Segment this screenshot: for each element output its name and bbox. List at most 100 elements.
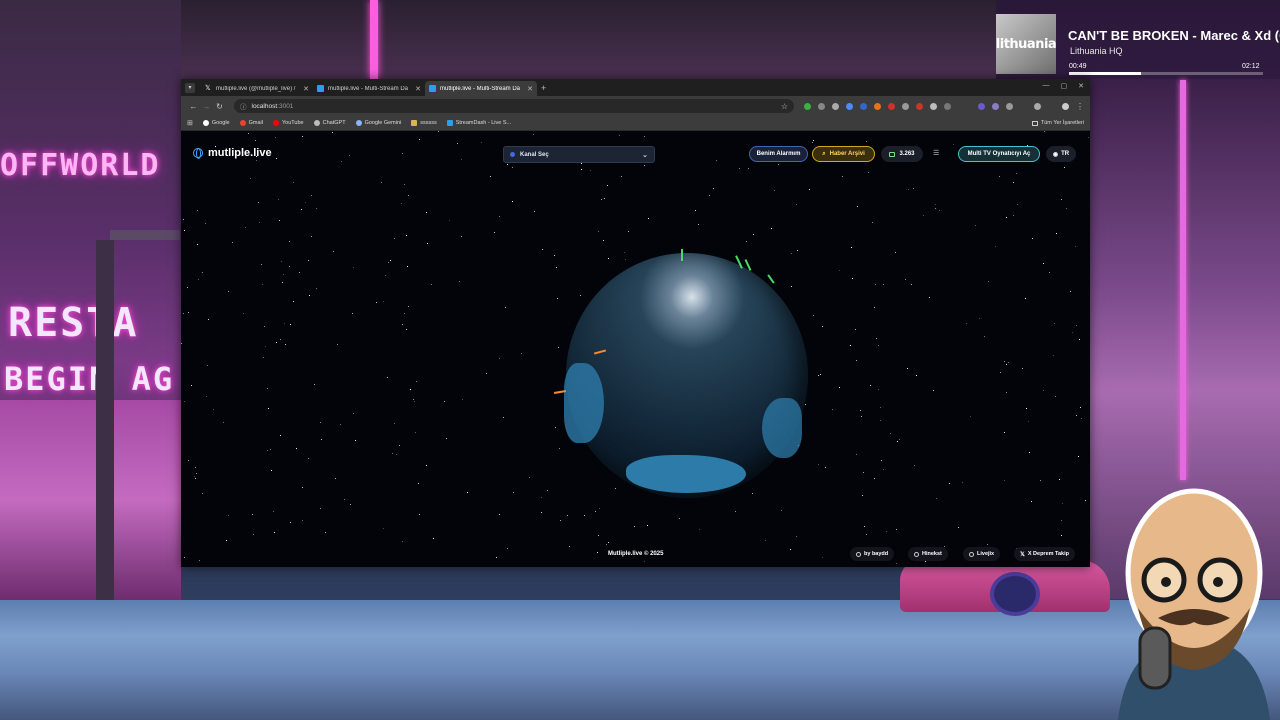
- star: [771, 228, 772, 229]
- tab-2[interactable]: mutliple.live - Multi-Stream Da ✕: [425, 81, 537, 96]
- star: [402, 541, 403, 542]
- bookmark-star-icon[interactable]: ☆: [781, 102, 788, 111]
- star: [213, 409, 214, 410]
- channel-select[interactable]: Kanal Seç ⌄: [503, 146, 655, 163]
- star: [293, 182, 294, 183]
- star: [558, 347, 559, 348]
- extension-ublock-icon[interactable]: [916, 102, 923, 110]
- bookmark-youtube[interactable]: YouTube: [273, 120, 304, 126]
- avatar-eye-right: [1213, 577, 1223, 587]
- maximize-icon[interactable]: ▢: [1061, 82, 1068, 90]
- minimize-icon[interactable]: —: [1043, 82, 1050, 90]
- extensions-puzzle-icon[interactable]: [1006, 102, 1013, 110]
- extension-violet-icon[interactable]: [992, 102, 999, 110]
- folder-icon: [1031, 120, 1038, 126]
- back-icon[interactable]: ←: [187, 102, 200, 111]
- extension-purple-icon[interactable]: [978, 102, 985, 110]
- footer-link-livejix[interactable]: Livejix: [963, 547, 1001, 561]
- tab-label: mutliple.live (@mutliple_live) /: [216, 85, 296, 92]
- sidebar-icon[interactable]: [1034, 102, 1041, 110]
- star: [855, 329, 856, 330]
- star: [621, 176, 622, 177]
- star: [1022, 368, 1023, 369]
- tab-0[interactable]: 𝕏 mutliple.live (@mutliple_live) / ✕: [201, 81, 313, 96]
- star: [505, 307, 506, 308]
- footer-link-label: X Deprem Takip: [1027, 551, 1070, 557]
- gmail-icon: [239, 120, 246, 126]
- extension-red-icon[interactable]: [888, 102, 895, 110]
- extension-box-icon[interactable]: [832, 102, 839, 110]
- extension-green-icon[interactable]: [804, 102, 811, 110]
- star: [875, 284, 876, 285]
- language-button[interactable]: ◉ TR: [1046, 146, 1076, 162]
- page-footer: Mutliple.live © 2025 by baydd Hinekst Li…: [181, 545, 1090, 565]
- star: [299, 272, 300, 273]
- star: [1078, 456, 1079, 457]
- star: [813, 315, 814, 316]
- bookmark-label: YouTube: [282, 120, 304, 126]
- forward-icon[interactable]: →: [200, 102, 213, 111]
- bookmark-google[interactable]: Google: [202, 120, 230, 126]
- earth-globe[interactable]: [564, 253, 808, 498]
- star: [274, 532, 275, 533]
- multi-tv-button[interactable]: Multi TV Oynatıcıyı Aç: [958, 146, 1040, 162]
- bookmark-folder[interactable]: ssssss: [411, 120, 437, 126]
- extension-download-icon[interactable]: [818, 102, 825, 110]
- new-tab-icon[interactable]: +: [541, 83, 546, 93]
- footer-link-x-deprem[interactable]: 𝕏X Deprem Takip: [1014, 547, 1076, 561]
- star: [899, 439, 900, 440]
- extension-blue-icon[interactable]: [846, 102, 853, 110]
- tab-search-button[interactable]: ▾: [185, 82, 195, 93]
- star: [446, 438, 447, 439]
- star: [880, 420, 881, 421]
- site-logo[interactable]: mutliple.live: [193, 147, 272, 159]
- close-icon[interactable]: ✕: [527, 85, 533, 93]
- star: [198, 279, 199, 280]
- star: [250, 178, 251, 179]
- star: [746, 241, 747, 242]
- site-info-icon[interactable]: ⓘ: [240, 101, 247, 111]
- star: [206, 396, 207, 397]
- footer-link-hinekst[interactable]: Hinekst: [908, 547, 948, 561]
- star: [223, 422, 224, 423]
- extension-gray-icon[interactable]: [930, 102, 937, 110]
- star: [459, 281, 460, 282]
- extension-shield-icon[interactable]: [902, 102, 909, 110]
- star: [268, 408, 269, 409]
- star: [555, 427, 556, 428]
- all-bookmarks[interactable]: Tüm Yer İşaretleri: [1031, 120, 1084, 126]
- reload-icon[interactable]: ↻: [213, 102, 226, 111]
- duration-time: 02:12: [1242, 63, 1260, 70]
- bookmark-chatgpt[interactable]: ChatGPT: [313, 120, 346, 126]
- star: [243, 313, 244, 314]
- bookmark-gemini[interactable]: Google Gemini: [355, 120, 401, 126]
- star: [337, 344, 338, 345]
- profile-icon[interactable]: [1062, 102, 1069, 110]
- apps-grid-icon[interactable]: ⊞: [187, 119, 193, 127]
- star: [407, 266, 408, 267]
- extension-circle-icon[interactable]: [944, 102, 951, 110]
- event-marker[interactable]: [767, 274, 775, 284]
- extension-flag-icon[interactable]: [860, 102, 867, 110]
- bookmark-streamdash[interactable]: StreamDash - Live S...: [446, 120, 511, 126]
- bookmark-label: ssssss: [420, 120, 437, 126]
- star: [607, 185, 608, 186]
- news-archive-button[interactable]: ⌕ Haber Arşivi: [812, 146, 875, 162]
- address-bar[interactable]: ⓘ localhost:3001 ☆: [234, 99, 794, 113]
- my-alarm-button[interactable]: Benim Alarmım: [749, 146, 808, 162]
- more-menu-icon[interactable]: ⋮: [1076, 102, 1084, 111]
- extension-orange-icon[interactable]: [874, 102, 881, 110]
- background-building-top: [181, 0, 996, 79]
- footer-link-baydd[interactable]: by baydd: [850, 547, 895, 561]
- close-icon[interactable]: ✕: [303, 85, 309, 93]
- tab-1[interactable]: mutliple.live - Multi-Stream Da ✕: [313, 81, 425, 96]
- close-window-icon[interactable]: ✕: [1078, 82, 1084, 90]
- event-marker[interactable]: [681, 249, 683, 261]
- bookmark-gmail[interactable]: Gmail: [239, 120, 263, 126]
- star: [939, 210, 940, 211]
- close-icon[interactable]: ✕: [415, 85, 421, 93]
- star: [340, 424, 341, 425]
- star: [196, 473, 197, 474]
- star: [839, 270, 840, 271]
- list-menu-icon[interactable]: ☰: [933, 149, 939, 157]
